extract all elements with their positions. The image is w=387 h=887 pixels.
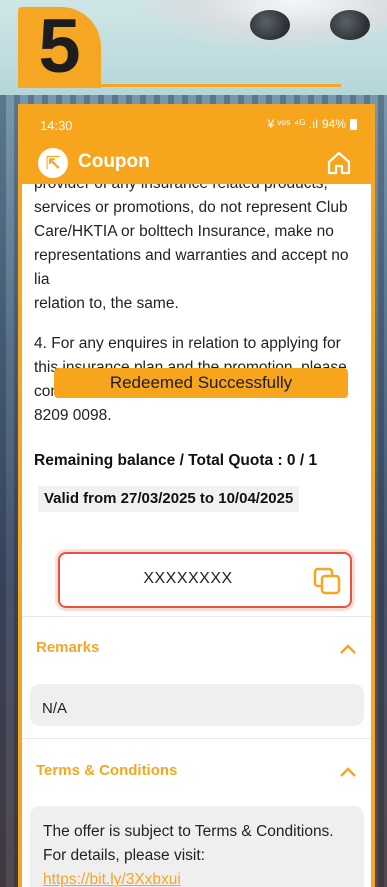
terms-box: The offer is subject to Terms & Conditio… — [30, 806, 364, 887]
terms-body: The offer is subject to Terms & Conditio… — [43, 823, 334, 864]
chevron-up-icon[interactable] — [339, 643, 357, 655]
step-underline — [101, 84, 341, 87]
home-icon[interactable] — [325, 149, 353, 177]
coupon-code-box[interactable]: XXXXXXXX — [58, 552, 352, 608]
engine-left — [250, 10, 290, 40]
terms-paragraph-3-end: relation to, the same. — [34, 295, 179, 312]
battery-icon — [350, 118, 357, 130]
terms-paragraph-3: provider of any insurance related produc… — [34, 184, 364, 316]
coupon-content[interactable]: provider of any insurance related produc… — [22, 184, 371, 887]
toast-message: Redeemed Successfully — [54, 368, 348, 398]
battery-level: 94% — [321, 117, 346, 131]
divider — [22, 738, 371, 739]
remaining-balance: Remaining balance / Total Quota : 0 / 1 — [34, 452, 318, 469]
status-indicators: ¥ ᵛᵒ⁵ ⁴ᴳ .ıl 94% — [267, 117, 357, 131]
app-bar: ⇱ Coupon — [22, 142, 371, 184]
engine-right — [330, 10, 370, 40]
signal-icons: ¥ ᵛᵒ⁵ ⁴ᴳ .ıl — [267, 117, 318, 131]
coupon-code: XXXXXXXX — [143, 570, 233, 587]
status-bar: 14:30 ¥ ᵛᵒ⁵ ⁴ᴳ .ıl 94% — [22, 108, 371, 142]
terms-paragraph-3-text: provider of any insurance related produc… — [34, 184, 349, 288]
remarks-value: N/A — [42, 700, 68, 717]
phone-screen: 14:30 ¥ ᵛᵒ⁵ ⁴ᴳ .ıl 94% ⇱ Coupon provider… — [18, 104, 375, 887]
terms-title: Terms & Conditions — [36, 762, 178, 779]
back-arrow-icon[interactable]: ⇱ — [38, 148, 68, 178]
status-time: 14:30 — [40, 118, 73, 133]
divider — [22, 616, 371, 617]
page-title: Coupon — [78, 151, 150, 172]
step-number: 5 — [38, 4, 81, 89]
terms-link[interactable]: https://bit.ly/3Xxbxui — [43, 868, 343, 887]
step-badge: 5 — [18, 4, 101, 89]
remarks-title: Remarks — [36, 639, 100, 656]
chevron-up-icon[interactable] — [339, 766, 357, 778]
validity-period: Valid from 27/03/2025 to 10/04/2025 — [38, 486, 300, 512]
copy-icon[interactable] — [312, 566, 342, 596]
terms-text: The offer is subject to Terms & Conditio… — [43, 820, 343, 887]
remarks-box: N/A — [30, 684, 364, 726]
